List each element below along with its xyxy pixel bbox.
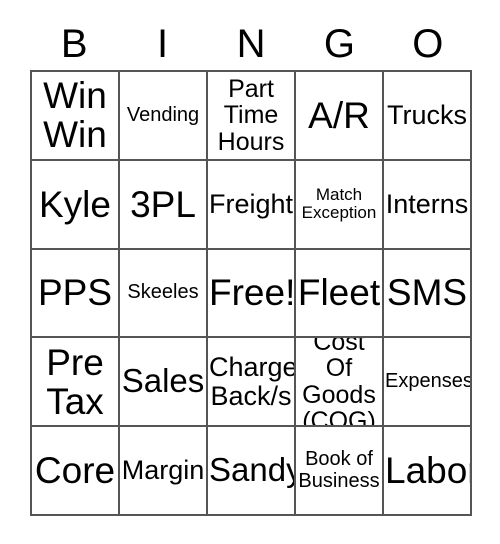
bingo-cell-label: Expenses: [385, 370, 472, 393]
header-letter-i: I: [157, 22, 169, 66]
bingo-cell-b3[interactable]: PPS: [32, 249, 120, 339]
bingo-cell-o5[interactable]: Labor: [384, 427, 472, 516]
header-letter-o: O: [412, 22, 444, 66]
bingo-cell-label: Charge Back/s: [209, 352, 296, 411]
bingo-cell-g5[interactable]: Book of Business: [296, 427, 384, 516]
bingo-cell-b2[interactable]: Kyle: [32, 160, 120, 250]
bingo-cell-label: Skeeles: [127, 281, 199, 304]
header-letter-b: B: [60, 22, 88, 66]
bingo-cell-o2[interactable]: Interns: [384, 160, 472, 250]
bingo-cell-label: A/R: [308, 94, 370, 136]
bingo-grid: Win Win Vending Part Time Hours A/R Truc…: [30, 70, 472, 516]
bingo-cell-label: Trucks: [387, 100, 467, 131]
header-letter-g: G: [323, 22, 355, 66]
bingo-cell-g3[interactable]: Fleet: [296, 249, 384, 339]
bingo-cell-g4[interactable]: Cost Of Goods (COG): [296, 338, 384, 428]
bingo-cell-label: Interns: [385, 188, 469, 219]
bingo-cell-label: Book of Business: [298, 448, 380, 492]
bingo-cell-label: Free!: [209, 272, 296, 314]
bingo-cell-i1[interactable]: Vending: [120, 72, 208, 161]
bingo-cell-n1[interactable]: Part Time Hours: [208, 72, 296, 161]
bingo-cell-label: PPS: [37, 272, 113, 314]
bingo-cell-i5[interactable]: Margin: [120, 427, 208, 516]
bingo-cell-o1[interactable]: Trucks: [384, 72, 472, 161]
bingo-cell-n2[interactable]: Freight: [208, 160, 296, 250]
bingo-cell-label: Fleet: [297, 272, 381, 314]
bingo-cell-label: Match Exception: [301, 185, 377, 223]
bingo-cell-g2[interactable]: Match Exception: [296, 160, 384, 250]
bingo-cell-n5[interactable]: Sandy: [208, 427, 296, 516]
bingo-card: B I N G O Win Win Vending Part Time Hour…: [0, 0, 500, 544]
bingo-cell-b1[interactable]: Win Win: [32, 72, 120, 161]
bingo-cell-label: 3PL: [130, 183, 196, 225]
bingo-cell-b4[interactable]: Pre Tax: [32, 338, 120, 428]
bingo-cell-i3[interactable]: Skeeles: [120, 249, 208, 339]
bingo-cell-label: Win Win: [43, 75, 107, 156]
bingo-cell-o3[interactable]: SMS: [384, 249, 472, 339]
bingo-cell-label: Pre Tax: [46, 341, 104, 422]
bingo-cell-label: Freight: [209, 188, 294, 219]
bingo-cell-label: Part Time Hours: [217, 74, 285, 156]
bingo-cell-label: Kyle: [39, 183, 111, 225]
bingo-cell-label: Core: [34, 449, 116, 491]
bingo-cell-o4[interactable]: Expenses: [384, 338, 472, 428]
bingo-cell-label: Labor: [385, 449, 472, 491]
bingo-cell-label: Cost Of Goods (COG): [302, 338, 376, 428]
bingo-cell-n4[interactable]: Charge Back/s: [208, 338, 296, 428]
bingo-cell-free-space[interactable]: Free!: [208, 249, 296, 339]
bingo-header-row: B I N G O: [30, 18, 472, 70]
bingo-cell-label: Sales: [121, 362, 205, 400]
header-letter-n: N: [236, 22, 266, 66]
bingo-cell-label: Vending: [126, 103, 200, 126]
bingo-cell-i2[interactable]: 3PL: [120, 160, 208, 250]
bingo-cell-g1[interactable]: A/R: [296, 72, 384, 161]
bingo-cell-label: SMS: [386, 272, 468, 314]
bingo-cell-i4[interactable]: Sales: [120, 338, 208, 428]
bingo-cell-b5[interactable]: Core: [32, 427, 120, 516]
bingo-cell-label: Margin: [121, 455, 205, 486]
bingo-cell-label: Sandy: [209, 451, 296, 489]
